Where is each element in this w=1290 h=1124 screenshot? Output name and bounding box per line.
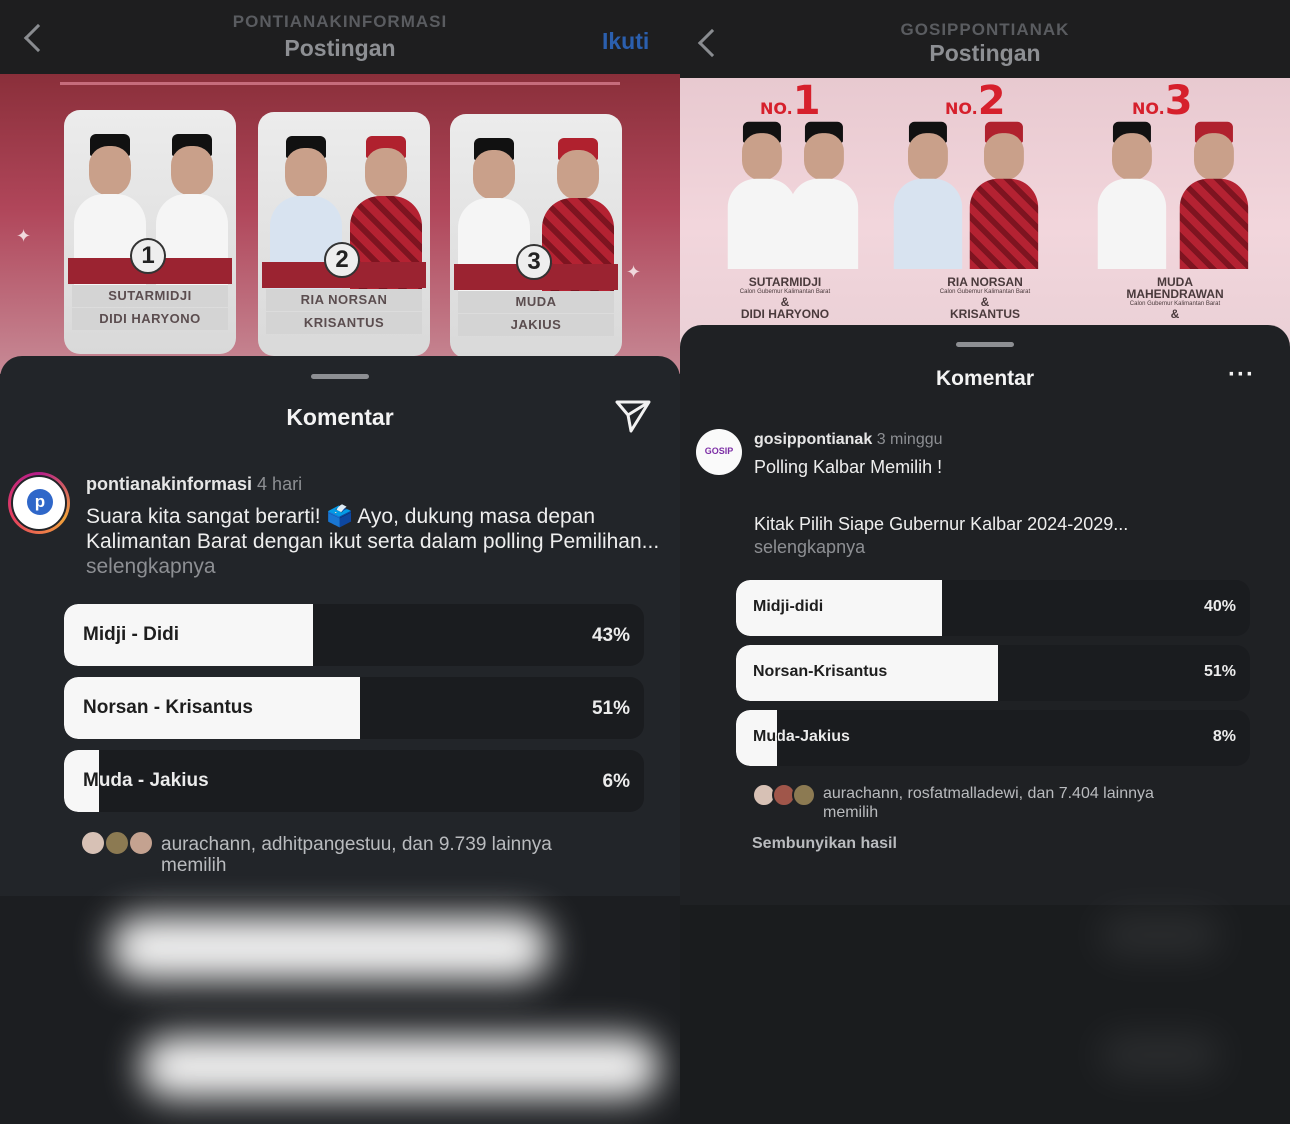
poll-option-label: Muda-Jakius: [753, 728, 850, 745]
blurred-region: [680, 905, 1290, 1124]
candidate-name-block-3: MUDA MAHENDRAWAN Calon Gubernur Kalimant…: [1126, 275, 1224, 321]
avatar[interactable]: GOSIP: [696, 429, 742, 475]
divider: [60, 82, 620, 85]
candidate-number-2: NO.2: [945, 78, 1006, 124]
candidate-number-3: NO.3: [1132, 78, 1193, 124]
candidate-card-3: 3 MUDA JAKIUS: [450, 114, 622, 358]
caption-text: Suara kita sangat berarti! 🗳️ Ayo, dukun…: [86, 505, 660, 553]
sparkle-icon: ✦: [16, 226, 32, 246]
blurred-content: [1100, 1035, 1220, 1075]
voters-summary[interactable]: aurachann, rosfatmalladewi, dan 7.404 la…: [823, 784, 1154, 822]
poll-option-label: Muda - Jakius: [83, 770, 209, 791]
post-image: 1 SUTARMIDJI DIDI HARYONO 2 RIA NORSAN K…: [0, 74, 680, 374]
top-bar: GOSIPPONTIANAK Postingan: [680, 0, 1290, 78]
drag-handle[interactable]: [311, 374, 369, 379]
sparkle-icon: ✦: [626, 262, 642, 282]
brand-logo: GOSIP: [704, 446, 734, 456]
poll-option-1[interactable]: Midji - Didi 43%: [64, 604, 644, 666]
poll-option-percent: 6%: [602, 771, 630, 792]
voter-avatar: [128, 830, 154, 856]
avatar[interactable]: p: [8, 472, 70, 534]
account-name: GOSIPPONTIANAK: [900, 20, 1070, 39]
caption-line-1: Polling Kalbar Memilih !: [754, 457, 943, 477]
voters-names: aurachann, rosfatmalladewi, dan 7.404 la…: [823, 785, 1154, 802]
candidate-number: 2: [324, 242, 360, 278]
voters-summary[interactable]: aurachann, adhitpangestuu, dan 9.739 lai…: [161, 834, 552, 876]
blurred-content: [1100, 915, 1220, 955]
timestamp: 3 minggu: [876, 431, 943, 448]
follow-button[interactable]: Ikuti: [602, 28, 649, 55]
voters-names: aurachann, adhitpangestuu, dan 9.739 lai…: [161, 834, 552, 855]
right-screenshot: GOSIPPONTIANAK Postingan NO.1 NO.2 NO.3 …: [680, 0, 1290, 1124]
candidate-name-1: RIA NORSAN: [266, 289, 422, 311]
candidate-photo: [727, 121, 797, 269]
blurred-region: [0, 896, 680, 1124]
candidate-photo: [893, 121, 963, 269]
post-image: NO.1 NO.2 NO.3 SUTARMIDJI Calon Gubernur…: [680, 78, 1290, 348]
poll-option-label: Norsan - Krisantus: [83, 697, 253, 718]
candidate-photo: [1097, 121, 1167, 269]
left-screenshot: PONTIANAKINFORMASI Postingan Ikuti 1 SUT…: [0, 0, 680, 1124]
post-meta: gosippontianak 3 minggu: [754, 431, 943, 449]
comments-sheet: Komentar ··· GOSIP gosippontianak 3 ming…: [680, 325, 1290, 905]
candidate-photo: [1179, 121, 1249, 269]
paper-plane-icon[interactable]: [614, 398, 652, 434]
candidate-card-1: 1 SUTARMIDJI DIDI HARYONO: [64, 110, 236, 354]
username[interactable]: gosippontianak: [754, 431, 872, 448]
voter-avatar: [80, 830, 106, 856]
candidate-number: 1: [130, 238, 166, 274]
candidate-name-2: DIDI HARYONO: [72, 308, 228, 330]
candidate-photo: [789, 121, 859, 269]
voters-suffix: memilih: [161, 855, 227, 876]
poll-option-label: Norsan-Krisantus: [753, 663, 888, 680]
poll-option-percent: 51%: [591, 698, 630, 719]
username[interactable]: pontianakinformasi: [86, 474, 252, 494]
candidate-card-2: 2 RIA NORSAN KRISANTUS: [258, 112, 430, 356]
blurred-content: [140, 1036, 660, 1098]
candidate-name-block-2: RIA NORSAN Calon Gubernur Kalimantan Bar…: [939, 275, 1031, 321]
account-name: PONTIANAKINFORMASI: [232, 12, 448, 31]
timestamp: 4 hari: [257, 474, 303, 494]
see-more-link[interactable]: selengkapnya: [86, 555, 216, 578]
page-title: Postingan: [929, 40, 1041, 66]
candidate-number-1: NO.1: [760, 78, 821, 124]
candidate-name-2: JAKIUS: [458, 314, 614, 336]
sheet-title: Komentar: [935, 367, 1035, 390]
poll-option-2[interactable]: Norsan-Krisantus 51%: [736, 645, 1250, 701]
see-more-link[interactable]: selengkapnya: [754, 537, 865, 558]
voters-suffix: memilih: [823, 804, 879, 821]
post-caption: Suara kita sangat berarti! 🗳️ Ayo, dukun…: [86, 504, 666, 579]
candidate-name-block-1: SUTARMIDJI Calon Gubernur Kalimantan Bar…: [739, 275, 831, 321]
page-title: Postingan: [284, 35, 396, 61]
candidate-number: 3: [516, 244, 552, 280]
poll-option-3[interactable]: Muda-Jakius 8%: [736, 710, 1250, 766]
poll-option-label: Midji - Didi: [83, 624, 180, 645]
brand-logo: p: [27, 489, 53, 515]
blurred-content: [110, 916, 550, 980]
post-meta: pontianakinformasi 4 hari: [86, 474, 302, 495]
voter-avatar: [104, 830, 130, 856]
poll-option-1[interactable]: Midji-didi 40%: [736, 580, 1250, 636]
poll-option-percent: 51%: [1203, 663, 1236, 680]
candidate-photo: [969, 121, 1039, 269]
poll-option-3[interactable]: Muda - Jakius 6%: [64, 750, 644, 812]
poll-option-2[interactable]: Norsan - Krisantus 51%: [64, 677, 644, 739]
caption-line-2: Kitak Pilih Siape Gubernur Kalbar 2024-2…: [754, 514, 1129, 534]
poll-option-percent: 43%: [591, 625, 630, 646]
top-bar: PONTIANAKINFORMASI Postingan Ikuti: [0, 0, 680, 74]
drag-handle[interactable]: [956, 342, 1014, 347]
candidate-name-1: SUTARMIDJI: [72, 285, 228, 307]
poll-option-label: Midji-didi: [753, 598, 824, 615]
poll-option-percent: 8%: [1212, 728, 1236, 745]
sheet-title: Komentar: [286, 404, 394, 430]
poll-option-percent: 40%: [1203, 598, 1236, 615]
ellipsis-icon[interactable]: ···: [1228, 361, 1255, 389]
candidate-name-1: MUDA: [458, 291, 614, 313]
voter-avatar: [792, 783, 816, 807]
hide-results-link[interactable]: Sembunyikan hasil: [752, 835, 897, 853]
candidate-name-2: KRISANTUS: [266, 312, 422, 334]
